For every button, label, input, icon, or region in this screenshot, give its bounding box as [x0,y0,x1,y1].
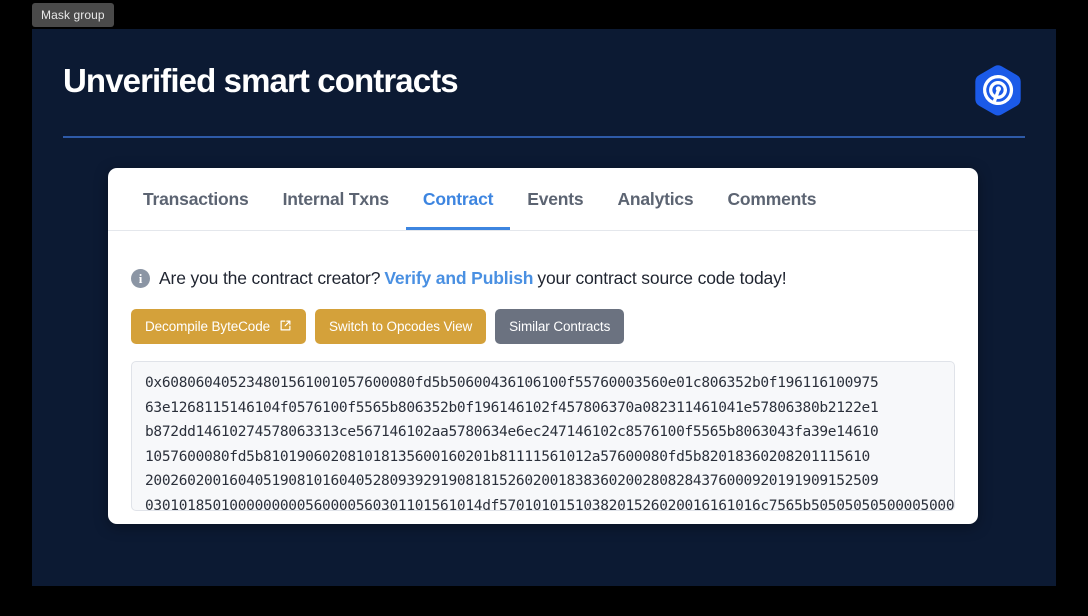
external-link-icon [279,319,292,335]
tab-label: Contract [422,188,494,209]
verify-notice: i Are you the contract creator? Verify a… [131,268,978,289]
decompile-bytecode-label: Decompile ByteCode [145,319,271,334]
similar-contracts-label: Similar Contracts [509,319,611,334]
tab-bar: Transactions Internal Txns Contract Even… [108,168,978,231]
tab-label: Comments [727,188,817,209]
mask-group-label: Mask group [41,8,105,22]
bytecode-text: 0x608060405234801561001057600080fd5b5060… [145,375,955,511]
tab-events[interactable]: Events [510,168,600,230]
similar-contracts-button[interactable]: Similar Contracts [495,309,625,344]
header-divider [63,136,1025,138]
slide-header: Unverified smart contracts [63,45,1025,141]
decompile-bytecode-button[interactable]: Decompile ByteCode [131,309,307,344]
tab-analytics[interactable]: Analytics [600,168,710,230]
action-button-row: Decompile ByteCode Switch to Opcodes Vie… [131,309,978,344]
contract-card: Transactions Internal Txns Contract Even… [108,168,978,524]
page-title: Unverified smart contracts [63,62,459,99]
tab-label: Internal Txns [282,188,390,209]
mask-group-chip: Mask group [32,3,114,27]
tab-transactions[interactable]: Transactions [126,168,266,230]
bytecode-viewer[interactable]: 0x608060405234801561001057600080fd5b5060… [131,361,955,511]
switch-to-opcodes-view-label: Switch to Opcodes View [329,319,473,334]
slide-panel: Unverified smart contracts Transactions … [32,29,1056,586]
notice-text-after: your contract source code today! [537,268,787,288]
tab-label: Events [527,188,584,209]
tab-label: Transactions [143,188,249,209]
info-icon: i [131,269,150,288]
notice-text-before: Are you the contract creator? [159,268,381,288]
tab-label: Analytics [617,188,694,209]
tab-internal-txns[interactable]: Internal Txns [266,168,406,230]
verify-and-publish-link[interactable]: Verify and Publish [384,268,533,289]
tab-contract[interactable]: Contract [405,168,511,230]
hexagon-spiral-logo-icon [971,63,1025,117]
tab-comments[interactable]: Comments [710,168,833,230]
switch-to-opcodes-view-button[interactable]: Switch to Opcodes View [315,309,487,344]
